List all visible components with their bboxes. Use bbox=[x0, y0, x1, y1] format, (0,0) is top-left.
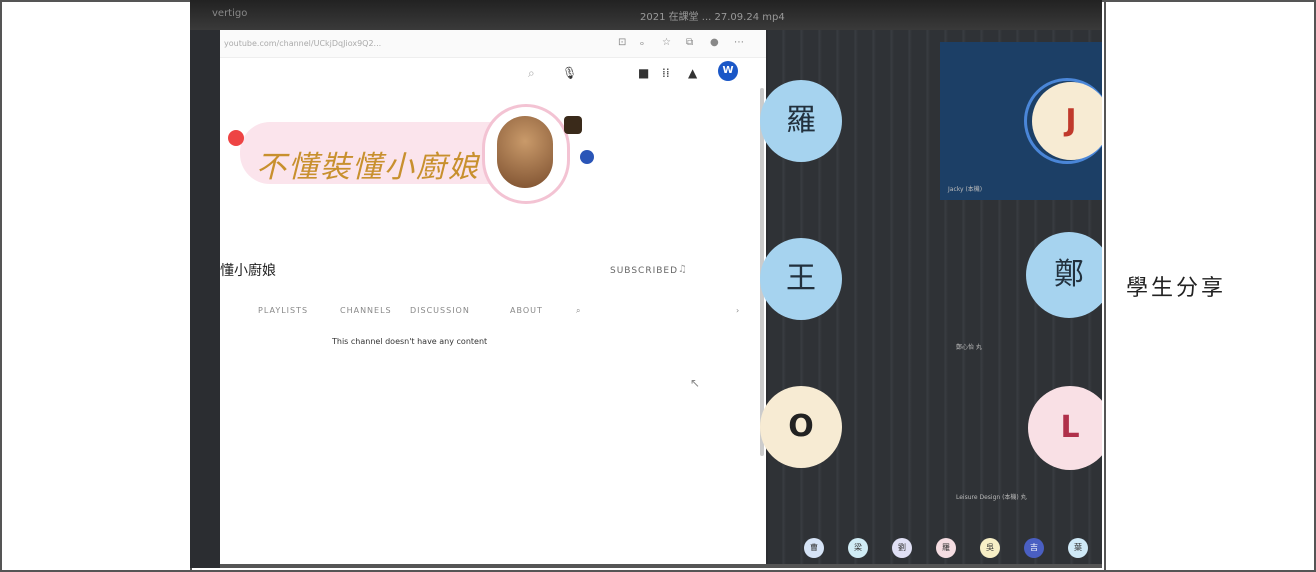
row-label: 學生分享 bbox=[1126, 276, 1227, 301]
participant-avatar: 鄭 bbox=[1026, 232, 1102, 318]
url-text: youtube.com/channel/UCkjDqJiox9Q2... bbox=[224, 39, 382, 48]
strip-avatar[interactable]: 曹 bbox=[804, 538, 824, 558]
participant-avatar: 羅 bbox=[760, 80, 842, 162]
tab-channels[interactable]: CHANNELS bbox=[340, 306, 392, 315]
tab-playlists[interactable]: PLAYLISTS bbox=[258, 306, 308, 315]
tabs-next-arrow-icon[interactable]: › bbox=[736, 306, 740, 315]
menu-icon[interactable]: ⋯ bbox=[734, 37, 744, 48]
channel-name: 懂小廚娘 bbox=[220, 263, 276, 279]
table-divider-right bbox=[1104, 2, 1106, 570]
channel-bell-icon[interactable]: ♫ bbox=[678, 264, 687, 275]
mouse-cursor-icon: ↖ bbox=[690, 376, 701, 390]
mic-icon[interactable]: 🎙 bbox=[562, 66, 577, 80]
channel-logo: 不懂裝懂小廚娘 bbox=[256, 150, 480, 185]
zoom-icon[interactable]: ₒ bbox=[640, 37, 644, 48]
participant-strip: 曹 梁 劉 羅 吳 吉 葉 bbox=[768, 528, 1102, 568]
video-title-bar: vertigo 2021 在課堂 ... 27.09.24 mp4 bbox=[190, 0, 1102, 30]
channel-photo bbox=[497, 116, 553, 188]
meet-panel: Jacky (本機) 羅 J 王 鄭 鄭心怡 丸 O L Leisure Des… bbox=[760, 30, 1102, 568]
strip-avatar[interactable]: 羅 bbox=[936, 538, 956, 558]
star-icon[interactable]: ☆ bbox=[662, 37, 671, 48]
extension-icon[interactable]: ⧉ bbox=[686, 37, 693, 48]
participant-name: 鄭心怡 丸 bbox=[956, 344, 982, 351]
participant-avatar: O bbox=[760, 386, 842, 468]
account-avatar[interactable]: W bbox=[718, 61, 738, 81]
youtube-topbar: ⌕ 🎙 ■ ⁞⁞ ▲ bbox=[220, 58, 766, 90]
subscribed-button[interactable]: SUBSCRIBED bbox=[610, 266, 678, 276]
participant-avatar: J bbox=[1032, 82, 1102, 160]
video-bottom-edge bbox=[220, 564, 1102, 568]
banner-bubble-icon bbox=[580, 150, 594, 164]
embedded-screenshot: vertigo 2021 在課堂 ... 27.09.24 mp4 youtub… bbox=[190, 0, 1102, 568]
window-title: 2021 在課堂 ... 27.09.24 mp4 bbox=[640, 12, 785, 23]
strip-avatar[interactable]: 梁 bbox=[848, 538, 868, 558]
tab-discussion[interactable]: DISCUSSION bbox=[410, 306, 470, 315]
strip-avatar[interactable]: 劉 bbox=[892, 538, 912, 558]
channel-tabs: PLAYLISTS CHANNELS DISCUSSION ABOUT ⌕ › bbox=[220, 306, 766, 322]
channel-banner: 不懂裝懂小廚娘 bbox=[220, 90, 766, 208]
banner-bee-icon bbox=[564, 116, 582, 134]
tab-search-icon[interactable]: ⌕ bbox=[576, 306, 581, 316]
participant-avatar: L bbox=[1028, 386, 1102, 470]
apps-grid-icon[interactable]: ⁞⁞ bbox=[662, 66, 670, 80]
address-bar[interactable]: youtube.com/channel/UCkjDqJiox9Q2... ⊡ ₒ… bbox=[220, 30, 766, 58]
strip-avatar[interactable]: 葉 bbox=[1068, 538, 1088, 558]
profile-icon[interactable]: ● bbox=[710, 37, 719, 48]
strip-avatar[interactable]: 吉 bbox=[1024, 538, 1044, 558]
cast-icon[interactable]: ⊡ bbox=[618, 37, 626, 48]
notifications-bell-icon[interactable]: ▲ bbox=[688, 66, 697, 80]
create-video-icon[interactable]: ■ bbox=[638, 66, 649, 80]
participant-name: Jacky (本機) bbox=[948, 186, 983, 193]
banner-flower-icon bbox=[228, 130, 244, 146]
participant-name: Leisure Design (本機) 丸 bbox=[956, 494, 1027, 501]
browser-window: youtube.com/channel/UCkjDqJiox9Q2... ⊡ ₒ… bbox=[220, 30, 766, 566]
empty-channel-message: This channel doesn't have any content bbox=[332, 337, 488, 346]
participant-avatar: 王 bbox=[760, 238, 842, 320]
window-title-left: vertigo bbox=[212, 8, 248, 19]
strip-avatar[interactable]: 吳 bbox=[980, 538, 1000, 558]
search-icon[interactable]: ⌕ bbox=[528, 66, 535, 81]
tab-about[interactable]: ABOUT bbox=[510, 306, 543, 315]
